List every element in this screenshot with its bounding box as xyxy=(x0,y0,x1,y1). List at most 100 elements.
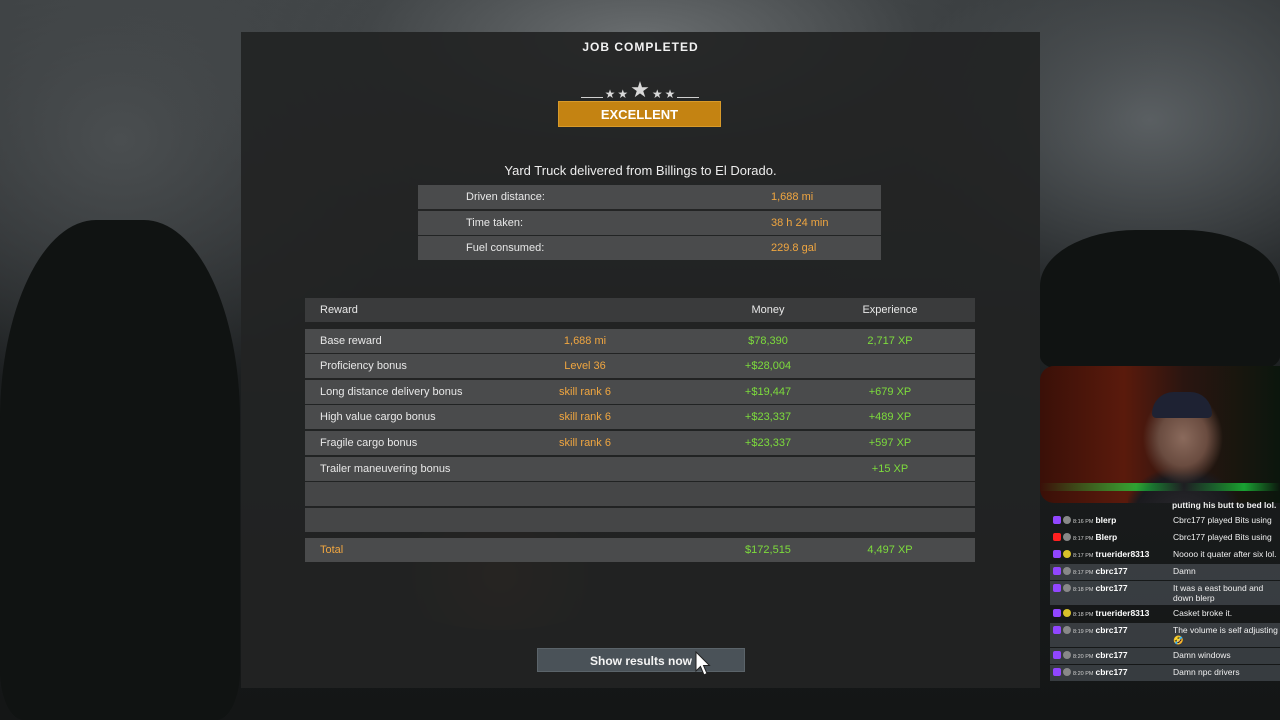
table-row: Trailer maneuvering bonus +15 XP xyxy=(305,456,975,481)
chat-user: cbrc177 xyxy=(1095,625,1128,635)
chat-message: 8:17 PM cbrc177 Damn xyxy=(1050,564,1280,580)
chat-time: 8:18 PM xyxy=(1073,612,1094,618)
youtube-icon xyxy=(1053,533,1061,541)
chat-message: 8:18 PM cbrc177 It was a east bound and d… xyxy=(1050,581,1280,605)
background-tree xyxy=(1040,230,1280,370)
user-badge-icon xyxy=(1063,567,1071,575)
reward-name: High value cargo bonus xyxy=(320,411,436,424)
chat-message: 8:17 PM truerider8313 Noooo it quater aft… xyxy=(1050,547,1280,563)
reward-money xyxy=(650,463,805,475)
twitch-icon xyxy=(1053,550,1061,558)
chat-message-text: Cbrc177 played Bits using xyxy=(1173,515,1272,525)
chat-user: cbrc177 xyxy=(1095,566,1128,576)
reward-xp: 2,717 XP xyxy=(867,334,913,347)
reward-money: +$19,447 xyxy=(744,385,792,398)
header-reward: Reward xyxy=(320,304,358,316)
table-row: Base reward 1,688 mi $78,390 2,717 XP xyxy=(305,328,975,353)
star-icon: ★ xyxy=(651,87,663,101)
stat-value: 229.8 gal xyxy=(771,242,817,254)
table-row-total: Total $172,515 4,497 XP xyxy=(305,538,975,563)
twitch-icon xyxy=(1053,567,1061,575)
twitch-icon xyxy=(1053,609,1061,617)
reward-money: +$23,337 xyxy=(744,436,792,449)
reward-xp: +15 XP xyxy=(871,462,909,475)
reward-name: Fragile cargo bonus xyxy=(320,436,418,449)
reward-xp: +597 XP xyxy=(868,436,912,449)
header-money: Money xyxy=(751,304,785,316)
stat-row: Time taken: 38 h 24 min xyxy=(418,210,881,235)
table-row-empty xyxy=(305,482,975,507)
reward-detail: skill rank 6 xyxy=(559,385,611,398)
rewards-table: Reward Money Experience Base reward 1,68… xyxy=(305,298,975,564)
stat-value: 1,688 mi xyxy=(771,191,814,203)
show-results-button[interactable]: Show results now xyxy=(537,648,745,672)
table-row: Long distance delivery bonus skill rank … xyxy=(305,379,975,404)
page-title: JOB COMPLETED xyxy=(582,40,699,54)
star-icon: ★ xyxy=(604,87,616,101)
reward-detail: Level 36 xyxy=(564,360,606,373)
delivery-summary: Yard Truck delivered from Billings to El… xyxy=(504,163,777,178)
header-experience: Experience xyxy=(862,304,918,316)
stat-value: 38 h 24 min xyxy=(771,216,829,229)
chat-user: blerp xyxy=(1095,515,1117,525)
chat-message: 8:20 PM cbrc177 Damn npc drivers xyxy=(1050,665,1280,681)
table-row-empty xyxy=(305,507,975,532)
reward-xp: +489 XP xyxy=(868,411,912,424)
chat-message-text: Casket broke it. xyxy=(1173,608,1233,618)
reward-detail: skill rank 6 xyxy=(559,411,611,424)
chat-message-text: It was a east bound and down blerp xyxy=(1173,583,1264,603)
rating-stars: ★ ★ ★ ★ ★ xyxy=(578,77,702,102)
chat-message: 8:19 PM cbrc177 The volume is self adjust… xyxy=(1050,623,1280,647)
reward-money: +$28,004 xyxy=(744,360,792,373)
reward-name: Long distance delivery bonus xyxy=(320,385,463,398)
user-badge-icon xyxy=(1063,533,1071,541)
chat-message-text: The volume is self adjusting 🤣 xyxy=(1173,625,1278,645)
chat-message: 8:20 PM cbrc177 Damn windows xyxy=(1050,648,1280,664)
chat-message-text: Damn xyxy=(1173,566,1196,576)
user-badge-icon xyxy=(1063,516,1071,524)
chat-message: 8:16 PM blerp Cbrc177 played Bits using xyxy=(1050,513,1280,529)
table-row: Proficiency bonus Level 36 +$28,004 xyxy=(305,354,975,379)
reward-detail: skill rank 6 xyxy=(559,436,611,449)
chat-message: 8:17 PM Blerp Cbrc177 played Bits using xyxy=(1050,530,1280,546)
user-badge-icon xyxy=(1063,651,1071,659)
mouse-cursor-icon xyxy=(695,650,711,682)
chat-user: cbrc177 xyxy=(1095,650,1128,660)
streamer-webcam xyxy=(1040,366,1280,503)
reward-money: +$23,337 xyxy=(744,411,792,424)
stream-chat: putting his butt to bed lol. 8:16 PM bler… xyxy=(1050,500,1280,682)
chat-time: 8:17 PM xyxy=(1073,570,1094,576)
chat-time: 8:17 PM xyxy=(1073,536,1094,542)
chat-time: 8:20 PM xyxy=(1073,671,1094,677)
chat-user: truerider8313 xyxy=(1095,549,1150,559)
chat-time: 8:20 PM xyxy=(1073,654,1094,660)
streamer-cap xyxy=(1152,392,1212,418)
chat-message-text: Damn npc drivers xyxy=(1173,667,1240,677)
reward-name: Trailer maneuvering bonus xyxy=(320,462,451,475)
star-icon: ★ xyxy=(664,87,676,101)
chat-user: truerider8313 xyxy=(1095,608,1150,618)
chat-user: cbrc177 xyxy=(1095,583,1128,593)
stat-row: Driven distance: 1,688 mi xyxy=(418,185,881,209)
twitch-icon xyxy=(1053,516,1061,524)
chat-message-text: Damn windows xyxy=(1173,650,1231,660)
stat-label: Fuel consumed: xyxy=(466,242,545,254)
chat-message-text: putting his butt to bed lol. xyxy=(1172,500,1277,510)
reward-name: Proficiency bonus xyxy=(320,360,407,373)
divider xyxy=(580,97,603,98)
user-badge-icon xyxy=(1063,550,1071,558)
background-tree xyxy=(0,220,240,720)
table-header: Reward Money Experience xyxy=(305,298,975,322)
user-badge-icon xyxy=(1063,668,1071,676)
total-money: $172,515 xyxy=(745,544,791,557)
stat-row: Fuel consumed: 229.8 gal xyxy=(418,236,881,260)
chat-user: cbrc177 xyxy=(1095,667,1128,677)
stat-label: Driven distance: xyxy=(466,191,545,203)
chat-time: 8:16 PM xyxy=(1073,519,1094,525)
reward-name: Base reward xyxy=(320,334,382,347)
reward-money: $78,390 xyxy=(748,334,788,347)
chat-time: 8:17 PM xyxy=(1073,553,1094,559)
user-badge-icon xyxy=(1063,609,1071,617)
table-row: Fragile cargo bonus skill rank 6 +$23,33… xyxy=(305,430,975,455)
star-icon: ★ xyxy=(630,77,650,102)
